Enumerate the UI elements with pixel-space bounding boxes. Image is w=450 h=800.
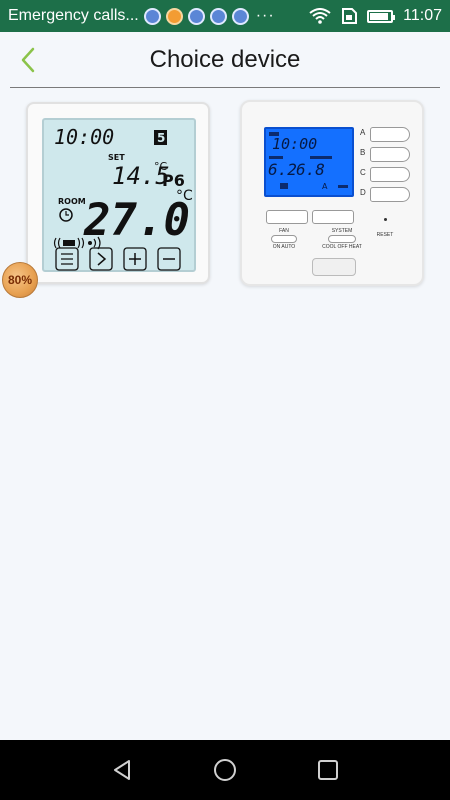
side-button-d[interactable]: D xyxy=(360,187,416,203)
page-title: Choice device xyxy=(149,46,301,73)
colorful-app-notification-icon xyxy=(165,7,183,25)
circle-home-icon xyxy=(213,759,236,781)
app-header: Choice device xyxy=(0,32,450,88)
side-button-label: B xyxy=(360,148,366,157)
lcd-mode-letter: A xyxy=(322,182,328,191)
up-down-buttons xyxy=(266,210,356,226)
thermostat-image: 10:00 5 SET 14.5 °C P6 ROOM 27.0 °C xyxy=(26,102,210,284)
fan-switch-group: FAN ON AUTO xyxy=(266,228,302,252)
app-notification-icon xyxy=(209,7,227,25)
app-notification-icon xyxy=(143,7,161,25)
lcd-touch-buttons xyxy=(55,247,181,271)
nav-home-button[interactable] xyxy=(205,750,245,790)
thermostat-image: 10:00 6.2 6.8 A A B C D RESET FAN ON AUT… xyxy=(240,100,424,286)
device-list: 10:00 5 SET 14.5 °C P6 ROOM 27.0 °C 10:0… xyxy=(24,100,426,292)
next-touch-key xyxy=(89,247,113,271)
nav-back-button[interactable] xyxy=(102,750,142,790)
percentage-badge[interactable]: 80% xyxy=(2,262,38,298)
square-recents-icon xyxy=(318,760,339,780)
fan-modes-label: ON AUTO xyxy=(272,244,296,250)
lcd-time: 10:00 xyxy=(272,135,317,153)
up-button[interactable] xyxy=(312,210,354,224)
cover-latch xyxy=(312,258,356,276)
more-notifications-indicator: ··· xyxy=(255,7,275,24)
status-time: 11:07 xyxy=(403,7,442,24)
side-button-a[interactable]: A xyxy=(360,127,416,143)
app-notification-icon xyxy=(187,7,205,25)
status-notification-text: Emergency calls... xyxy=(8,7,139,24)
system-switch[interactable] xyxy=(328,235,356,243)
sim-icon xyxy=(342,8,358,24)
lcd-day: 5 xyxy=(157,131,165,145)
device-card-touch-thermostat[interactable]: 10:00 5 SET 14.5 °C P6 ROOM 27.0 °C xyxy=(24,100,214,290)
triangle-back-icon xyxy=(113,760,130,780)
lcd-room-unit: °C xyxy=(176,188,193,204)
side-button-label: A xyxy=(360,128,366,137)
device-card-programmable-thermostat[interactable]: 10:00 6.2 6.8 A A B C D RESET FAN ON AUT… xyxy=(236,100,426,290)
system-switch-group: SYSTEM COOL OFF HEAT xyxy=(318,228,366,252)
battery-icon xyxy=(367,9,396,23)
system-label: SYSTEM xyxy=(331,228,353,234)
fan-label: FAN xyxy=(279,228,289,234)
down-button[interactable] xyxy=(266,210,308,224)
lcd-time: 10:00 xyxy=(54,125,114,149)
side-button-group: A B C D xyxy=(360,127,416,203)
reset-control[interactable]: RESET xyxy=(370,218,400,238)
lcd-set-label: SET xyxy=(108,153,125,162)
status-bar: Emergency calls... ··· 11:07 xyxy=(0,0,450,32)
reset-label: RESET xyxy=(376,232,394,238)
system-modes-label: COOL OFF HEAT xyxy=(322,244,362,250)
nav-recents-button[interactable] xyxy=(308,750,348,790)
app-notification-icon xyxy=(231,7,249,25)
system-navigation-bar xyxy=(0,740,450,800)
thermostat-lcd: 10:00 5 SET 14.5 °C P6 ROOM 27.0 °C xyxy=(42,118,196,272)
lcd-right-value: 6.8 xyxy=(296,160,325,179)
wifi-icon xyxy=(309,8,331,24)
lcd-room-label: ROOM xyxy=(58,197,86,206)
side-button-label: C xyxy=(360,168,366,177)
lcd-left-value: 6.2 xyxy=(268,160,297,179)
thermostat-lcd: 10:00 6.2 6.8 A xyxy=(264,127,354,197)
lcd-readout: 10:00 6.2 6.8 A xyxy=(268,132,348,191)
side-button-c[interactable]: C xyxy=(360,167,416,183)
fan-switch[interactable] xyxy=(271,235,297,243)
status-notifications: Emergency calls... ··· xyxy=(8,7,309,25)
side-button-b[interactable]: B xyxy=(360,147,416,163)
side-button-label: D xyxy=(360,188,366,197)
header-divider xyxy=(10,87,440,88)
